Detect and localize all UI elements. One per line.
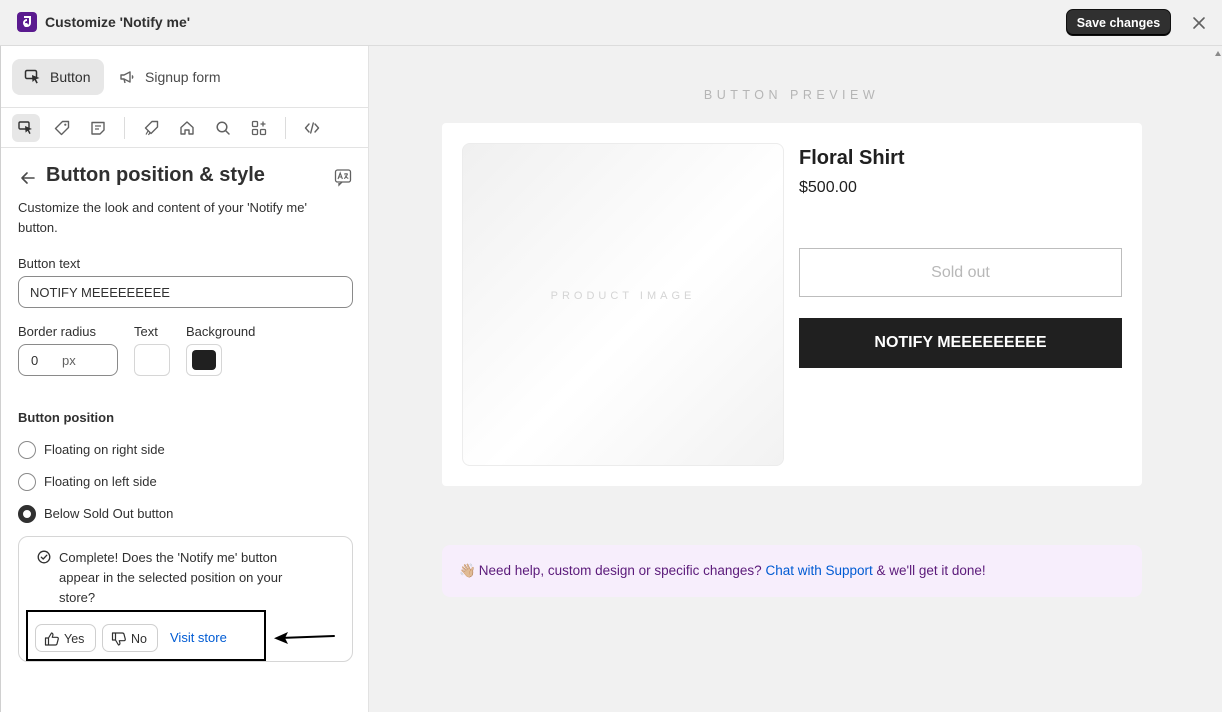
- tab-signup-form-label: Signup form: [145, 69, 221, 85]
- help-prefix: Need help, custom design or specific cha…: [478, 563, 762, 578]
- home-icon: [180, 121, 194, 135]
- help-banner: 👋🏼 Need help, custom design or specific …: [442, 545, 1142, 597]
- megaphone-icon: [120, 71, 134, 84]
- toolbar-button-settings[interactable]: [12, 114, 40, 142]
- toolbar-apps[interactable]: [245, 114, 273, 142]
- check-circle-icon: [37, 550, 51, 564]
- toolbar-code[interactable]: [298, 114, 326, 142]
- toolbar-note[interactable]: [84, 114, 112, 142]
- toolbar-tag[interactable]: [48, 114, 76, 142]
- cursor-click-icon: [18, 121, 32, 134]
- window-title: Customize 'Notify me': [45, 14, 191, 30]
- note-icon: [91, 121, 105, 135]
- toolbar-home[interactable]: [173, 114, 201, 142]
- search-icon: [216, 121, 230, 135]
- save-changes-button[interactable]: Save changes: [1066, 9, 1171, 36]
- border-radius-input[interactable]: [20, 346, 56, 374]
- chat-with-support-link[interactable]: Chat with Support: [765, 563, 872, 578]
- feedback-question: Complete! Does the 'Notify me' button ap…: [59, 550, 283, 605]
- border-radius-unit: px: [62, 353, 76, 368]
- translate-icon[interactable]: [333, 167, 353, 187]
- position-option-below-sold-out[interactable]: Below Sold Out button: [18, 504, 318, 524]
- preview-heading: BUTTON PREVIEW: [703, 88, 880, 102]
- tab-signup-form[interactable]: Signup form: [107, 59, 237, 95]
- position-option-left[interactable]: Floating on left side: [18, 472, 318, 492]
- apps-add-icon: [251, 120, 267, 136]
- back-arrow-icon[interactable]: [18, 168, 38, 188]
- panel-description: Customize the look and content of your '…: [18, 200, 307, 235]
- product-price: $500.00: [799, 179, 857, 196]
- notify-me-preview-button[interactable]: NOTIFY MEEEEEEEEE: [799, 318, 1122, 368]
- button-text-input[interactable]: [18, 276, 353, 308]
- background-color-fill: [192, 350, 216, 370]
- toolbar-divider: [124, 117, 125, 139]
- product-name: Floral Shirt: [799, 147, 905, 169]
- sold-out-button[interactable]: Sold out: [799, 248, 1122, 297]
- badge-tag-icon: [144, 120, 159, 136]
- background-color-swatch[interactable]: [186, 344, 222, 376]
- position-option-label: Floating on left side: [44, 474, 157, 489]
- tab-button[interactable]: Button: [12, 59, 104, 95]
- code-icon: [304, 122, 320, 134]
- tab-button-label: Button: [50, 69, 91, 85]
- annotation-highlight-box: [26, 610, 266, 661]
- radio-button[interactable]: [18, 441, 36, 459]
- button-position-label: Button position: [18, 410, 115, 425]
- position-option-label: Below Sold Out button: [44, 506, 174, 521]
- help-text: 👋🏼 Need help, custom design or specific …: [459, 563, 986, 579]
- close-icon[interactable]: [1188, 12, 1210, 34]
- radio-button[interactable]: [18, 473, 36, 491]
- text-color-fill: [140, 350, 164, 370]
- text-color-swatch[interactable]: [134, 344, 170, 376]
- help-suffix: & we'll get it done!: [876, 563, 986, 578]
- top-bar: Customize 'Notify me' Save changes: [0, 0, 1222, 46]
- icon-toolbar: [1, 108, 369, 148]
- text-color-label: Text: [134, 324, 158, 339]
- background-color-label: Background: [186, 324, 256, 339]
- wave-emoji: 👋🏼: [459, 563, 476, 578]
- position-option-label: Floating on right side: [44, 442, 165, 457]
- annotation-arrow-icon: [274, 632, 335, 644]
- border-radius-label: Border radius: [18, 324, 97, 339]
- button-text-label: Button text: [18, 256, 81, 271]
- position-option-right[interactable]: Floating on right side: [18, 440, 318, 460]
- radio-button-checked[interactable]: [18, 505, 36, 523]
- toolbar-divider: [285, 117, 286, 139]
- product-image-label: PRODUCT IMAGE: [550, 290, 696, 302]
- toolbar-search[interactable]: [209, 114, 237, 142]
- toolbar-badge[interactable]: [137, 114, 165, 142]
- app-logo-icon: [17, 12, 37, 32]
- tag-icon: [54, 120, 70, 136]
- panel-title: Button position & style: [46, 164, 265, 186]
- scroll-up-arrow-icon[interactable]: [1215, 51, 1221, 56]
- cursor-click-icon: [24, 69, 40, 84]
- product-image-placeholder: PRODUCT IMAGE: [462, 143, 784, 466]
- border-radius-field: px: [18, 344, 118, 376]
- mode-tabs: Button Signup form: [1, 46, 369, 108]
- preview-area: BUTTON PREVIEW PRODUCT IMAGE Floral Shir…: [369, 46, 1222, 712]
- product-card: PRODUCT IMAGE Floral Shirt $500.00 Sold …: [442, 123, 1142, 486]
- preview-scrollbar[interactable]: [1214, 46, 1222, 712]
